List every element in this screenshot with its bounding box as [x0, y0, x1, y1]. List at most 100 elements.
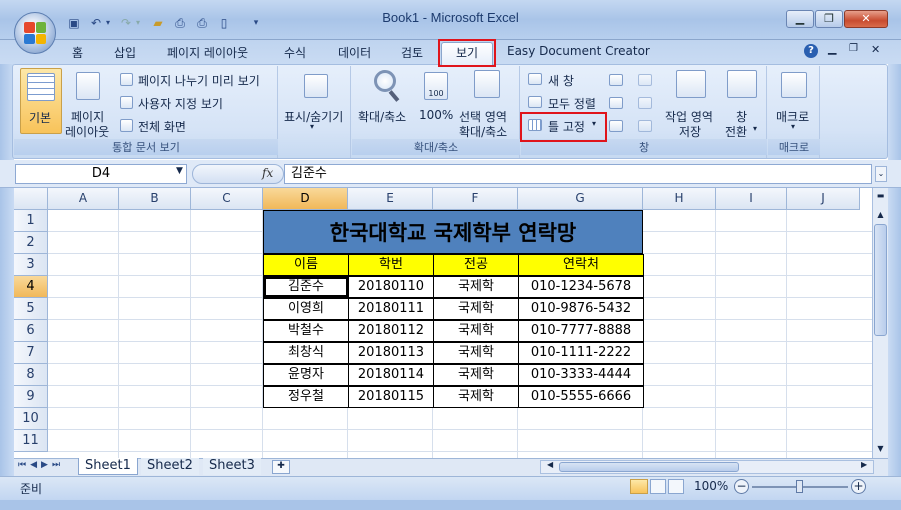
- vertical-scroll-thumb[interactable]: [874, 224, 887, 336]
- new-window-button[interactable]: 새 창: [526, 71, 606, 89]
- column-header-b[interactable]: B: [119, 188, 191, 210]
- help-icon[interactable]: ?: [804, 44, 818, 58]
- table-cell[interactable]: 이영희: [263, 298, 349, 320]
- normal-view-status-icon[interactable]: [630, 479, 648, 494]
- row-header-11[interactable]: 11: [14, 430, 48, 452]
- table-cell[interactable]: 최창식: [263, 342, 349, 364]
- table-cell[interactable]: 20180113: [348, 342, 434, 364]
- tab-home[interactable]: 홈: [72, 44, 83, 61]
- unhide-window-icon[interactable]: [609, 120, 623, 132]
- hide-window-icon[interactable]: [609, 97, 623, 109]
- name-box-dropdown-icon[interactable]: ▼: [176, 166, 183, 176]
- select-all-corner[interactable]: [14, 188, 48, 210]
- normal-view-button[interactable]: 기본: [20, 68, 62, 134]
- zoom-slider-thumb[interactable]: [796, 480, 803, 493]
- row-header-7[interactable]: 7: [14, 342, 48, 364]
- table-cell[interactable]: 010-5555-6666: [518, 386, 644, 408]
- tab-formulas[interactable]: 수식: [284, 44, 306, 61]
- page-break-preview-button[interactable]: 페이지 나누기 미리 보기: [118, 71, 278, 89]
- page-layout-status-icon[interactable]: [650, 479, 666, 494]
- row-header-2[interactable]: 2: [14, 232, 48, 254]
- row-header-8[interactable]: 8: [14, 364, 48, 386]
- tab-data[interactable]: 데이터: [338, 44, 371, 61]
- save-workspace-button[interactable]: 작업 영역 저장: [662, 68, 722, 139]
- zoom-to-selection-button[interactable]: 선택 영역 확대/축소: [456, 68, 518, 139]
- scroll-right-icon[interactable]: ▶: [861, 460, 867, 469]
- table-header-cell[interactable]: 전공: [433, 254, 519, 276]
- formula-bar-expand-icon[interactable]: ⌄: [875, 166, 887, 182]
- vertical-scrollbar[interactable]: ▬ ▲ ▼: [872, 188, 888, 458]
- active-cell[interactable]: 김준수: [263, 276, 349, 298]
- table-cell[interactable]: 010-9876-5432: [518, 298, 644, 320]
- scroll-up-icon[interactable]: ▲: [875, 210, 886, 224]
- table-cell[interactable]: 010-7777-8888: [518, 320, 644, 342]
- sheet-tab-1[interactable]: Sheet1: [78, 458, 138, 475]
- split-icon[interactable]: [609, 74, 623, 86]
- tab-review[interactable]: 검토: [401, 44, 423, 61]
- view-side-by-side-icon[interactable]: [638, 74, 652, 86]
- name-box[interactable]: D4: [15, 164, 187, 184]
- zoom-level[interactable]: 100%: [694, 479, 728, 493]
- column-header-i[interactable]: I: [716, 188, 787, 210]
- formula-input[interactable]: 김준수: [284, 164, 872, 184]
- table-cell[interactable]: 국제학: [433, 320, 519, 342]
- synchronous-scroll-icon[interactable]: [638, 97, 652, 109]
- full-screen-button[interactable]: 전체 화면: [118, 117, 278, 135]
- table-cell[interactable]: 010-3333-4444: [518, 364, 644, 386]
- column-header-d[interactable]: D: [263, 188, 348, 210]
- table-cell[interactable]: 국제학: [433, 298, 519, 320]
- sheet-title-cell[interactable]: 한국대학교 국제학부 연락망: [263, 210, 643, 254]
- column-header-a[interactable]: A: [48, 188, 119, 210]
- workbook-restore-icon[interactable]: ❐: [849, 43, 858, 54]
- office-button[interactable]: [14, 12, 56, 54]
- table-cell[interactable]: 20180112: [348, 320, 434, 342]
- table-cell[interactable]: 국제학: [433, 386, 519, 408]
- table-cell[interactable]: 20180114: [348, 364, 434, 386]
- horizontal-scroll-thumb[interactable]: [559, 462, 739, 472]
- table-header-cell[interactable]: 연락처: [518, 254, 644, 276]
- tab-page-layout[interactable]: 페이지 레이아웃: [167, 44, 248, 61]
- workbook-minimize-icon[interactable]: ▁: [828, 42, 836, 55]
- row-header-3[interactable]: 3: [14, 254, 48, 276]
- row-header-10[interactable]: 10: [14, 408, 48, 430]
- scroll-left-icon[interactable]: ◀: [547, 460, 553, 469]
- sheet-tab-2[interactable]: Sheet2: [141, 458, 199, 475]
- table-cell[interactable]: 정우철: [263, 386, 349, 408]
- arrange-all-button[interactable]: 모두 정렬: [526, 94, 606, 112]
- table-cell[interactable]: 국제학: [433, 276, 519, 298]
- sheet-nav-icons[interactable]: ⏮◀▶⏭: [18, 460, 64, 470]
- column-header-j[interactable]: J: [787, 188, 860, 210]
- zoom-button[interactable]: 확대/축소: [356, 68, 416, 134]
- table-cell[interactable]: 010-1111-2222: [518, 342, 644, 364]
- column-header-g[interactable]: G: [518, 188, 643, 210]
- insert-sheet-icon[interactable]: ✚: [272, 460, 290, 474]
- macros-button[interactable]: 매크로 ▾: [772, 68, 818, 134]
- close-button[interactable]: ✕: [844, 10, 888, 28]
- table-header-cell[interactable]: 학번: [348, 254, 434, 276]
- table-cell[interactable]: 010-1234-5678: [518, 276, 644, 298]
- reset-window-position-icon[interactable]: [638, 120, 652, 132]
- row-header-1[interactable]: 1: [14, 210, 48, 232]
- workbook-close-icon[interactable]: ✕: [871, 43, 880, 56]
- sheet-tab-3[interactable]: Sheet3: [203, 458, 261, 475]
- row-header-9[interactable]: 9: [14, 386, 48, 408]
- minimize-button[interactable]: ▁: [786, 10, 814, 28]
- tab-insert[interactable]: 삽입: [114, 44, 136, 61]
- insert-function-icon[interactable]: fx: [262, 166, 273, 180]
- table-cell[interactable]: 20180110: [348, 276, 434, 298]
- table-cell[interactable]: 국제학: [433, 364, 519, 386]
- column-header-e[interactable]: E: [348, 188, 433, 210]
- table-cell[interactable]: 박철수: [263, 320, 349, 342]
- restore-button[interactable]: ❐: [815, 10, 843, 28]
- tab-easy-document-creator[interactable]: Easy Document Creator: [507, 44, 650, 58]
- row-header-6[interactable]: 6: [14, 320, 48, 342]
- table-cell[interactable]: 국제학: [433, 342, 519, 364]
- show-hide-button[interactable]: 표시/숨기기 ▾: [282, 68, 348, 156]
- column-header-c[interactable]: C: [191, 188, 263, 210]
- split-box-icon[interactable]: ▬: [875, 191, 886, 205]
- custom-views-button[interactable]: 사용자 지정 보기: [118, 94, 278, 112]
- zoom-in-icon[interactable]: +: [851, 479, 866, 494]
- table-cell[interactable]: 20180115: [348, 386, 434, 408]
- scroll-down-icon[interactable]: ▼: [875, 444, 886, 456]
- column-header-h[interactable]: H: [643, 188, 716, 210]
